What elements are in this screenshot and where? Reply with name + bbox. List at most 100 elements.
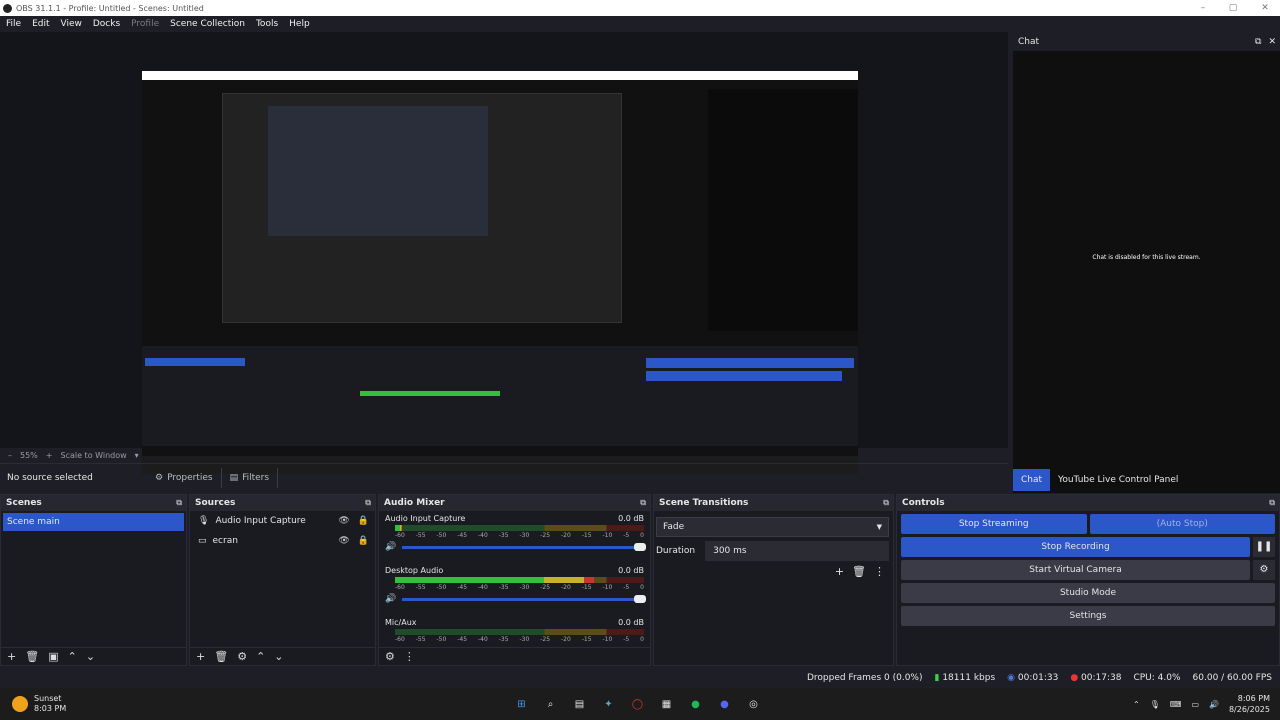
trash-icon[interactable]: 🗑	[852, 565, 866, 578]
search-icon[interactable]: ⌕	[541, 695, 560, 714]
advanced-audio-icon[interactable]: ⚙	[385, 650, 395, 663]
undock-icon[interactable]: ⧉	[1269, 498, 1275, 508]
auto-stop-button[interactable]: (Auto Stop)	[1089, 514, 1275, 534]
filters-button[interactable]: ▤ Filters	[222, 467, 279, 488]
undock-icon[interactable]: ⧉	[365, 498, 371, 508]
undock-icon[interactable]: ⧉	[640, 498, 646, 508]
duration-input[interactable]: 300 ms	[705, 541, 889, 561]
scene-transitions-dock: Scene Transitions ⧉ Fade ▼ Duration 300 ms …	[653, 494, 894, 666]
move-up-icon[interactable]: ⌃	[68, 650, 77, 663]
lock-icon[interactable]: 🔒	[358, 516, 369, 526]
volume-icon[interactable]: 🔊	[385, 594, 396, 604]
menu-profile[interactable]: Profile	[125, 19, 164, 29]
transition-value: Fade	[663, 522, 685, 532]
source-item[interactable]: ▭ ecran 👁 🔒	[190, 531, 375, 551]
tab-chat[interactable]: Chat	[1013, 469, 1051, 491]
close-icon[interactable]: ✕	[1250, 0, 1280, 16]
move-up-icon[interactable]: ⌃	[256, 650, 265, 663]
pause-icon[interactable]: ❚❚	[1253, 537, 1275, 557]
zoom-out-icon[interactable]: –	[8, 451, 12, 460]
gear-icon: ⚙	[155, 472, 164, 483]
preview-area[interactable]	[0, 32, 1008, 474]
zoom-level[interactable]: 55%	[20, 451, 38, 460]
scene-item[interactable]: Scene main	[3, 513, 184, 531]
windows-start-icon[interactable]: ⊞	[512, 695, 531, 714]
stop-streaming-button[interactable]: Stop Streaming	[901, 514, 1087, 534]
menu-edit[interactable]: Edit	[26, 19, 54, 29]
stop-recording-button[interactable]: Stop Recording	[901, 537, 1250, 557]
add-icon[interactable]: +	[7, 650, 16, 663]
visibility-icon[interactable]: 👁	[338, 516, 349, 526]
undock-icon[interactable]: ⧉	[176, 498, 182, 508]
close-dock-icon[interactable]: ✕	[1268, 37, 1276, 47]
stream-icon: ◉	[1007, 673, 1016, 683]
weather-title: Sunset	[34, 694, 62, 703]
scale-mode[interactable]: Scale to Window	[60, 451, 126, 460]
virtual-camera-button[interactable]: Start Virtual Camera	[901, 560, 1250, 580]
tick-label: -35	[498, 636, 509, 643]
volume-icon[interactable]: 🔊	[1209, 700, 1219, 709]
trash-icon[interactable]: 🗑	[214, 650, 228, 663]
maximize-icon[interactable]: ▢	[1218, 0, 1248, 16]
nested-preview-inner	[268, 106, 488, 236]
opera-icon[interactable]: ◯	[628, 695, 647, 714]
chat-dock: Chat ⧉ ✕ Chat is disabled for this live s…	[1013, 33, 1280, 493]
keyboard-icon[interactable]: ⌨	[1170, 700, 1182, 709]
preview-canvas[interactable]	[142, 71, 858, 474]
volume-slider[interactable]	[402, 594, 646, 603]
lock-icon[interactable]: 🔒	[358, 536, 369, 546]
menu-view[interactable]: View	[55, 19, 87, 29]
network-icon[interactable]: ▭	[1191, 700, 1199, 709]
channel-db: 0.0 dB	[618, 514, 644, 523]
filter-icon[interactable]: ▣	[48, 650, 58, 663]
minimize-icon[interactable]: –	[1188, 0, 1218, 16]
menu-help[interactable]: Help	[283, 19, 315, 29]
add-icon[interactable]: +	[196, 650, 205, 663]
properties-button[interactable]: ⚙ Properties	[147, 467, 222, 488]
menu-scene-collection[interactable]: Scene Collection	[164, 19, 250, 29]
slider-handle[interactable]	[634, 594, 646, 603]
menu-tools[interactable]: Tools	[250, 19, 283, 29]
weather-widget[interactable]: Sunset 8:03 PM	[12, 694, 66, 714]
menu-file[interactable]: File	[0, 19, 26, 29]
obs-icon[interactable]: ◎	[744, 695, 763, 714]
spotify-icon[interactable]: ●	[686, 695, 705, 714]
undock-icon[interactable]: ⧉	[1255, 37, 1261, 47]
volume-slider[interactable]	[402, 542, 646, 551]
move-down-icon[interactable]: ⌄	[274, 650, 283, 663]
settings-button[interactable]: Settings	[901, 606, 1275, 626]
chevron-up-icon[interactable]: ⌃	[1133, 700, 1140, 709]
nested-obs-preview	[222, 93, 622, 323]
sunset-icon	[12, 696, 28, 712]
slider-handle[interactable]	[634, 542, 646, 551]
volume-icon[interactable]: 🔊	[385, 542, 396, 552]
chat-dock-tabs: Chat YouTube Live Control Panel	[1013, 469, 1186, 491]
tick-label: -10	[602, 636, 613, 643]
trash-icon[interactable]: 🗑	[25, 650, 39, 663]
source-item[interactable]: 🎙 Audio Input Capture 👁 🔒	[190, 511, 375, 531]
transition-select[interactable]: Fade ▼	[656, 517, 889, 537]
menu-docks[interactable]: Docks	[87, 19, 125, 29]
visibility-icon[interactable]: 👁	[338, 536, 349, 546]
tick-label: -30	[519, 532, 530, 539]
scale-dropdown-icon[interactable]: ▾	[135, 451, 139, 460]
add-icon[interactable]: +	[835, 565, 844, 578]
steam-icon[interactable]: ✦	[599, 695, 618, 714]
gear-icon[interactable]: ⚙	[1253, 560, 1275, 580]
channel-name: Desktop Audio	[385, 566, 444, 575]
stream-time: 00:01:33	[1017, 673, 1059, 683]
discord-icon[interactable]: ●	[715, 695, 734, 714]
zoom-in-icon[interactable]: +	[46, 451, 53, 460]
task-view-icon[interactable]: ▤	[570, 695, 589, 714]
tab-youtube-control-panel[interactable]: YouTube Live Control Panel	[1050, 469, 1186, 491]
undock-icon[interactable]: ⧉	[883, 498, 889, 508]
menu-dots-icon[interactable]: ⋮	[404, 650, 415, 663]
gear-icon[interactable]: ⚙	[237, 650, 247, 663]
meter-ticks: -60 -55 -50 -45 -40 -35 -30 -25 -20 -15 -10 -5 0	[395, 584, 644, 591]
mic-icon[interactable]: 🎙	[1150, 700, 1160, 709]
studio-mode-button[interactable]: Studio Mode	[901, 583, 1275, 603]
tick-label: -55	[415, 532, 426, 539]
app-icon[interactable]: ▦	[657, 695, 676, 714]
move-down-icon[interactable]: ⌄	[86, 650, 95, 663]
menu-dots-icon[interactable]: ⋮	[874, 565, 885, 578]
